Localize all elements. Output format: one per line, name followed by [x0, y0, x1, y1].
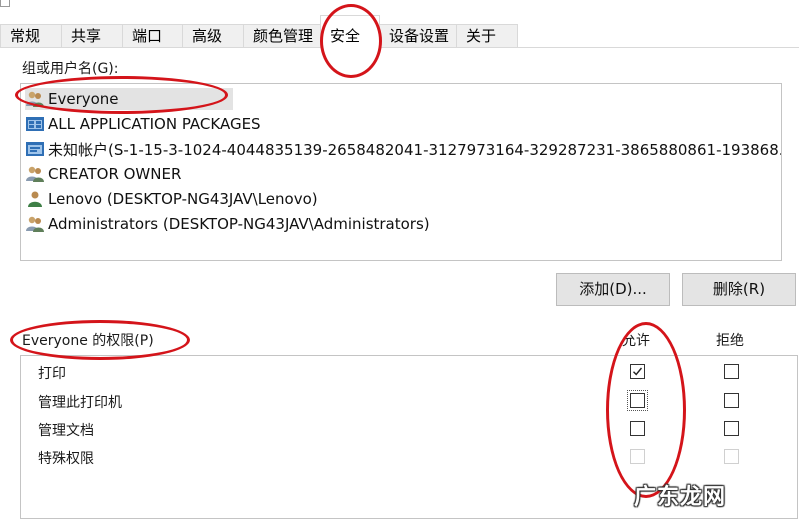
users-listbox[interactable]: Everyone ALL APPLICATION PACKAGES 未知帐户(S…: [20, 83, 782, 261]
user-name: Everyone: [48, 90, 119, 108]
user-row-unknown-account[interactable]: 未知帐户(S-1-15-3-1024-4044835139-2658482041…: [25, 138, 782, 160]
tab-device-settings[interactable]: 设备设置: [379, 24, 457, 47]
tab-baseline: [0, 47, 799, 48]
watermark-text: 广东龙网: [634, 485, 727, 510]
app-packages-icon: [26, 117, 44, 131]
user-row-all-application-packages[interactable]: ALL APPLICATION PACKAGES: [25, 113, 261, 135]
user-name: ALL APPLICATION PACKAGES: [48, 115, 261, 133]
tab-color-management[interactable]: 颜色管理: [243, 24, 321, 47]
user-row-creator-owner[interactable]: CREATOR OWNER: [25, 163, 181, 185]
user-name: 未知帐户(S-1-15-3-1024-4044835139-2658482041…: [48, 140, 782, 159]
deny-column-header: 拒绝: [716, 333, 744, 349]
tab-security[interactable]: 安全: [320, 15, 380, 48]
tab-about[interactable]: 关于: [456, 24, 518, 47]
user-row-lenovo[interactable]: Lenovo (DESKTOP-NG43JAV\Lenovo): [25, 188, 318, 210]
allow-column-header: 允许: [622, 333, 650, 349]
allow-manage-documents-checkbox[interactable]: [630, 421, 645, 436]
tab-ports[interactable]: 端口: [122, 24, 183, 47]
permission-name-print: 打印: [38, 366, 66, 382]
permission-name-manage-printer: 管理此打印机: [38, 395, 122, 411]
checkmark-icon: [633, 367, 643, 376]
single-user-icon: [28, 191, 42, 207]
permissions-title: Everyone 的权限(P): [22, 333, 154, 349]
permission-name-manage-documents: 管理文档: [38, 423, 94, 439]
deny-manage-documents-checkbox[interactable]: [724, 421, 739, 436]
group-users-icon: [26, 216, 44, 232]
user-row-everyone[interactable]: Everyone: [25, 88, 233, 110]
deny-manage-printer-checkbox[interactable]: [724, 393, 739, 408]
tab-sharing[interactable]: 共享: [61, 24, 123, 47]
add-button[interactable]: 添加(D)...: [556, 273, 670, 306]
tab-general[interactable]: 常规: [0, 24, 62, 47]
tab-advanced[interactable]: 高级: [182, 24, 244, 47]
deny-print-checkbox[interactable]: [724, 364, 739, 379]
window-edge-fragment: [0, 0, 10, 7]
remove-button[interactable]: 删除(R): [682, 273, 796, 306]
user-row-administrators[interactable]: Administrators (DESKTOP-NG43JAV\Administ…: [25, 213, 430, 235]
users-label: 组或用户名(G):: [22, 61, 119, 77]
user-name: Lenovo (DESKTOP-NG43JAV\Lenovo): [48, 190, 318, 208]
user-name: Administrators (DESKTOP-NG43JAV\Administ…: [48, 215, 430, 233]
tab-strip: 常规 共享 端口 高级 颜色管理 设备设置 关于 安全: [0, 0, 799, 48]
allow-special-checkbox: [630, 449, 645, 464]
unknown-account-icon: [26, 142, 44, 156]
permission-name-special: 特殊权限: [38, 451, 94, 467]
allow-print-checkbox[interactable]: [630, 364, 645, 379]
group-users-icon: [26, 91, 44, 107]
allow-manage-printer-checkbox[interactable]: [627, 390, 648, 411]
user-name: CREATOR OWNER: [48, 165, 182, 183]
deny-special-checkbox: [724, 449, 739, 464]
group-users-icon: [26, 166, 44, 182]
